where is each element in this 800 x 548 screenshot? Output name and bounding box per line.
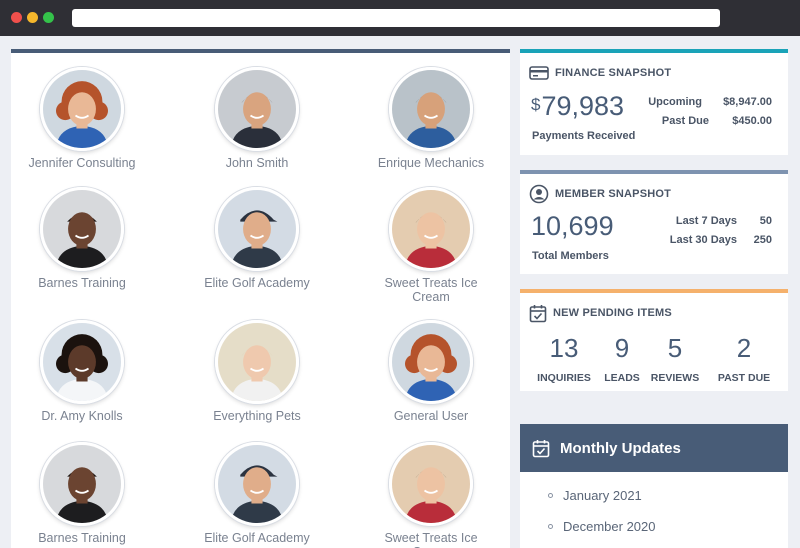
person-name[interactable]: John Smith (182, 156, 332, 170)
person-card[interactable]: Barnes Training (7, 442, 157, 545)
person-name[interactable]: Enrique Mechanics (356, 156, 506, 170)
last-30-days-value: 250 (753, 234, 772, 246)
person-name[interactable]: Dr. Amy Knolls (7, 409, 157, 423)
finance-snapshot-title: FINANCE SNAPSHOT (555, 67, 672, 79)
avatar[interactable] (215, 67, 299, 151)
past-due-items-label: PAST DUE (717, 372, 771, 384)
past-due-label: Past Due (661, 115, 709, 127)
reviews-count: 5 (667, 333, 683, 363)
upcoming-value: $8,947.00 (723, 96, 772, 108)
payments-received-amount: $79,983 (531, 91, 624, 122)
upcoming-label: Upcoming (648, 96, 702, 108)
avatar[interactable] (40, 320, 124, 404)
calendar-check-icon (532, 439, 550, 458)
person-card[interactable]: Jennifer Consulting (7, 67, 157, 170)
avatar[interactable] (40, 187, 124, 271)
last-7-days-label: Last 7 Days (675, 215, 737, 227)
pending-items-title: NEW PENDING ITEMS (553, 307, 672, 319)
person-card[interactable]: Barnes Training (7, 187, 157, 290)
bullet-icon (548, 493, 553, 498)
leads-label: LEADS (604, 372, 640, 384)
minimize-window-button[interactable] (27, 12, 38, 23)
people-panel: Jennifer Consulting John Smith Enrique Mec… (11, 49, 510, 548)
credit-card-icon (529, 65, 549, 81)
finance-snapshot-card: FINANCE SNAPSHOT $79,983 Payments Receiv… (520, 49, 788, 155)
avatar[interactable] (40, 442, 124, 526)
payments-amount-value: 79,983 (541, 91, 625, 121)
monthly-update-link[interactable]: December 2020 (563, 519, 656, 534)
person-name[interactable]: Barnes Training (7, 531, 157, 545)
avatar[interactable] (40, 67, 124, 151)
past-due-value: $450.00 (732, 115, 772, 127)
monthly-updates-card: Monthly Updates January 2021 December 20… (520, 424, 788, 548)
avatar[interactable] (215, 187, 299, 271)
avatar[interactable] (215, 442, 299, 526)
total-members-count: 10,699 (531, 211, 614, 241)
avatar[interactable] (389, 67, 473, 151)
person-name[interactable]: Barnes Training (7, 276, 157, 290)
monthly-update-link[interactable]: January 2021 (563, 488, 642, 503)
avatar[interactable] (389, 187, 473, 271)
reviews-label: REVIEWS (650, 372, 700, 384)
person-card[interactable]: Sweet Treats Ice Cream (356, 442, 506, 548)
monthly-update-item[interactable]: January 2021 (548, 488, 642, 503)
currency-symbol: $ (531, 95, 541, 114)
pending-leads[interactable]: 9 LEADS (600, 333, 644, 384)
monthly-updates-header: Monthly Updates (520, 424, 788, 472)
avatar[interactable] (215, 320, 299, 404)
person-name[interactable]: Sweet Treats Ice Cream (376, 276, 486, 304)
last-30-days-label: Last 30 Days (669, 234, 737, 246)
past-due-count: 2 (736, 333, 752, 363)
monthly-updates-title: Monthly Updates (560, 439, 681, 457)
person-name[interactable]: Elite Golf Academy (182, 531, 332, 545)
person-name[interactable]: Jennifer Consulting (7, 156, 157, 170)
person-card[interactable]: Sweet Treats Ice Cream (356, 187, 506, 304)
member-snapshot-card: MEMBER SNAPSHOT 10,699 Total Members Las… (520, 170, 788, 274)
finance-snapshot-header: FINANCE SNAPSHOT (520, 61, 788, 85)
person-card[interactable]: Elite Golf Academy (182, 187, 332, 290)
person-card[interactable]: Enrique Mechanics (356, 67, 506, 170)
inquiries-label: INQUIRIES (537, 372, 591, 384)
pending-items-header: NEW PENDING ITEMS (520, 301, 788, 325)
pending-reviews[interactable]: 5 REVIEWS (647, 333, 703, 384)
pending-past-due[interactable]: 2 PAST DUE (712, 333, 776, 384)
person-name[interactable]: Elite Golf Academy (182, 276, 332, 290)
close-window-button[interactable] (11, 12, 22, 23)
member-snapshot-title: MEMBER SNAPSHOT (555, 188, 672, 200)
person-card[interactable]: Everything Pets (182, 320, 332, 423)
inquiries-count: 13 (549, 333, 579, 363)
person-card[interactable]: Elite Golf Academy (182, 442, 332, 545)
payments-received-label: Payments Received (532, 130, 636, 142)
total-members-label: Total Members (532, 250, 609, 262)
user-circle-icon (529, 184, 549, 204)
browser-chrome (0, 0, 800, 36)
pending-inquiries[interactable]: 13 INQUIRIES (533, 333, 595, 384)
bullet-icon (548, 524, 553, 529)
page-viewport: Jennifer Consulting John Smith Enrique Mec… (0, 36, 800, 548)
person-name[interactable]: General User (356, 409, 506, 423)
member-snapshot-header: MEMBER SNAPSHOT (520, 182, 788, 206)
address-bar[interactable] (72, 9, 720, 27)
person-card[interactable]: General User (356, 320, 506, 423)
last-7-days-value: 50 (759, 215, 772, 227)
calendar-check-icon (529, 304, 547, 323)
maximize-window-button[interactable] (43, 12, 54, 23)
leads-count: 9 (614, 333, 630, 363)
person-name[interactable]: Everything Pets (182, 409, 332, 423)
person-card[interactable]: Dr. Amy Knolls (7, 320, 157, 423)
avatar[interactable] (389, 442, 473, 526)
avatar[interactable] (389, 320, 473, 404)
person-card[interactable]: John Smith (182, 67, 332, 170)
pending-items-card: NEW PENDING ITEMS 13 INQUIRIES 9 LEADS 5… (520, 289, 788, 391)
person-name[interactable]: Sweet Treats Ice Cream (376, 531, 486, 548)
monthly-update-item[interactable]: December 2020 (548, 519, 656, 534)
